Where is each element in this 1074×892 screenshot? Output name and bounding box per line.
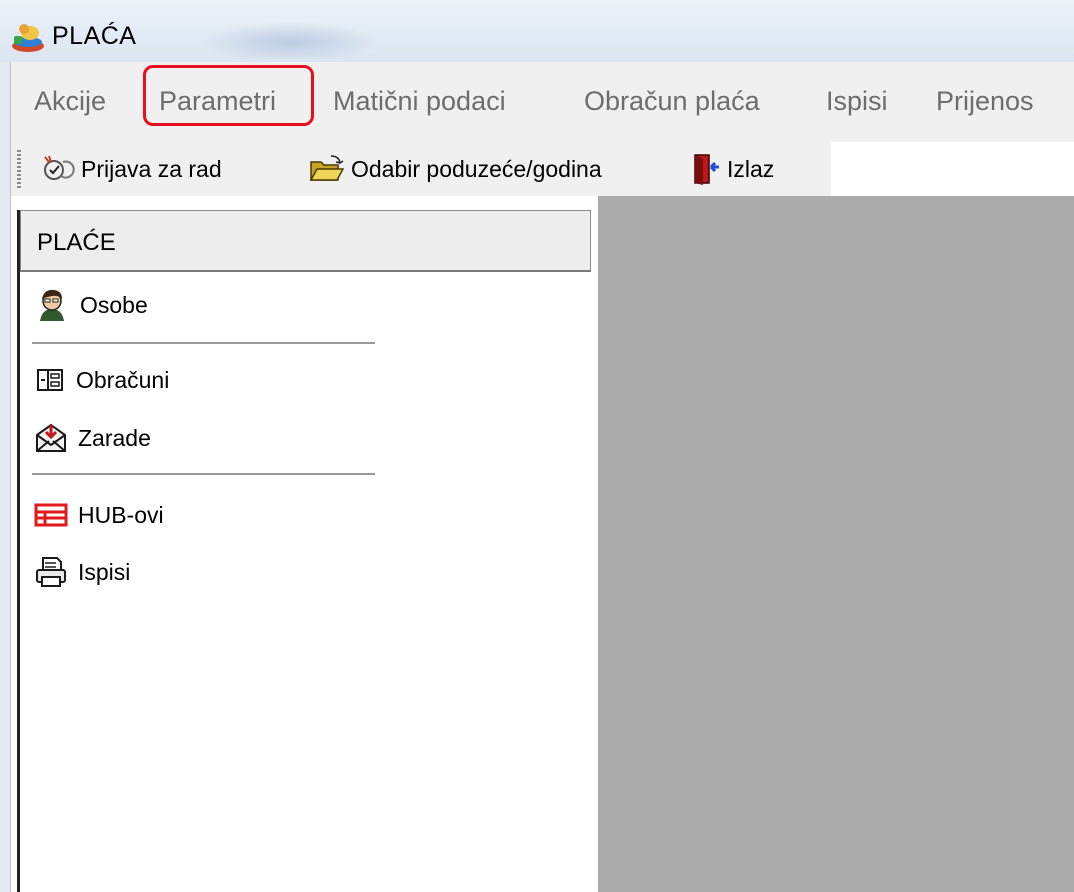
nav-item-zarade[interactable]: Zarade: [34, 418, 151, 458]
menu-ispisi[interactable]: Ispisi: [826, 86, 888, 117]
folder-open-icon: [309, 155, 345, 181]
login-icon: [44, 155, 75, 180]
toolbar-grip[interactable]: [17, 150, 21, 188]
nav-item-ispisi[interactable]: Ispisi: [34, 552, 130, 592]
exit-button[interactable]: Izlaz: [691, 152, 774, 186]
toolbar: Prijava za rad Odabir poduzeće/godina Iz…: [11, 142, 831, 196]
window-border: [0, 62, 11, 892]
panel-header-label: PLAĆE: [37, 229, 116, 256]
title-bar: PLAĆA: [0, 0, 1074, 62]
menu-maticni-podaci[interactable]: Matični podaci: [333, 86, 506, 117]
panel-header[interactable]: PLAĆE: [20, 210, 591, 272]
menu-prijenos[interactable]: Prijenos: [936, 86, 1034, 117]
app-icon: [12, 24, 44, 52]
nav-item-zarade-label: Zarade: [78, 424, 151, 451]
login-button[interactable]: Prijava za rad: [41, 152, 222, 186]
separator: [32, 473, 375, 476]
workspace-area[interactable]: [598, 196, 1074, 892]
select-company-year-button[interactable]: Odabir poduzeće/godina: [309, 152, 602, 186]
exit-door-icon: [694, 154, 719, 185]
login-button-label: Prijava za rad: [81, 155, 222, 182]
window-title: PLAĆA: [52, 22, 137, 50]
nav-item-obracuni-label: Obračuni: [76, 366, 170, 393]
title-bar-glow: [200, 22, 380, 62]
highlight-annotation: [143, 65, 314, 126]
person-icon: [40, 289, 64, 321]
select-company-year-label: Odabir poduzeće/godina: [351, 155, 602, 182]
nav-item-osobe-label: Osobe: [80, 291, 148, 318]
menu-obracun-placa[interactable]: Obračun plaća: [584, 86, 760, 117]
printer-icon: [36, 557, 66, 587]
envelope-icon: [36, 423, 66, 452]
nav-item-hub-ovi[interactable]: HUB-ovi: [34, 495, 164, 535]
hub-icon: [34, 503, 68, 527]
calculation-icon: [37, 369, 63, 391]
navigation-panel: PLAĆE Osobe Obračuni Zarade HUB-ovi Ispi…: [17, 210, 598, 892]
separator: [32, 342, 375, 345]
nav-item-osobe[interactable]: Osobe: [34, 285, 148, 325]
nav-item-obracuni[interactable]: Obračuni: [34, 360, 169, 400]
nav-item-ispisi-label: Ispisi: [78, 558, 131, 585]
exit-button-label: Izlaz: [727, 155, 775, 182]
menu-akcije[interactable]: Akcije: [34, 86, 106, 117]
nav-item-hub-ovi-label: HUB-ovi: [78, 501, 164, 528]
